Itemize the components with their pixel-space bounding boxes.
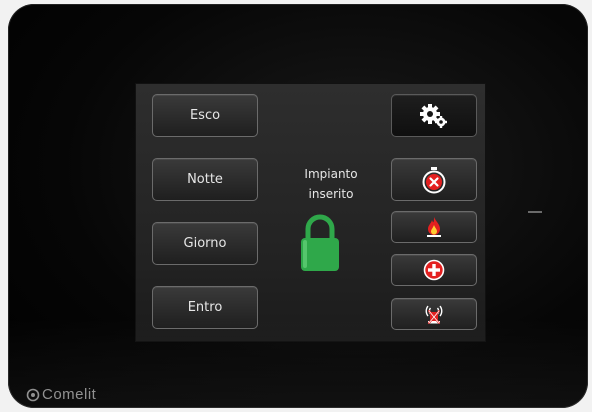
intercom-panel: Comelit Esco Notte Giorno Entro Impianto… — [8, 4, 588, 408]
mode-button-label: Giorno — [183, 236, 227, 251]
timer-cancel-button[interactable] — [391, 158, 477, 201]
system-status: Impianto inserito — [276, 164, 386, 204]
mode-button-label: Esco — [189, 108, 221, 123]
mode-button-esco[interactable]: Esco — [152, 94, 258, 137]
mode-button-giorno[interactable]: Giorno — [152, 222, 258, 265]
mode-button-entro[interactable]: Entro — [152, 286, 258, 329]
mode-button-label: Entro — [187, 300, 223, 315]
proximity-sensor — [528, 211, 542, 213]
medical-cross-icon — [423, 259, 445, 281]
timer-cancel-icon — [422, 166, 446, 193]
brand-name: Comelit — [42, 386, 97, 403]
status-line-2: inserito — [308, 187, 354, 201]
touch-screen: Esco Notte Giorno Entro Impianto inserit… — [136, 84, 485, 341]
medical-alarm-button[interactable] — [391, 254, 477, 286]
padlock-closed-icon — [301, 214, 339, 271]
status-line-1: Impianto — [304, 167, 358, 181]
mode-button-notte[interactable]: Notte — [152, 158, 258, 201]
siren-cancel-button[interactable] — [391, 298, 477, 330]
brand-logo: Comelit — [26, 386, 96, 403]
fire-alarm-button[interactable] — [391, 211, 477, 243]
siren-cancel-icon — [425, 305, 443, 324]
settings-button[interactable] — [391, 94, 477, 137]
comelit-logo-icon — [26, 388, 40, 401]
gears-icon — [420, 103, 447, 128]
fire-alarm-icon — [427, 217, 441, 237]
mode-button-label: Notte — [187, 172, 223, 187]
